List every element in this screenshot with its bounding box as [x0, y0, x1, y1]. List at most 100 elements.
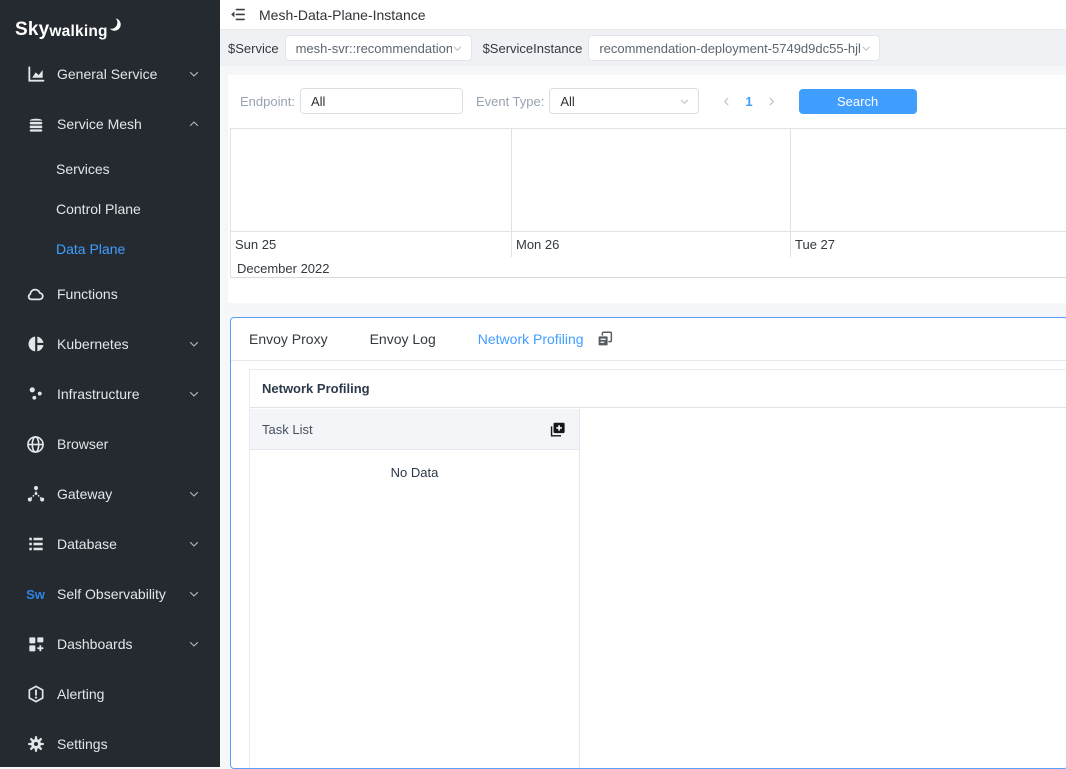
sidebar-item-label: Dashboards — [57, 636, 133, 652]
globe-icon — [25, 434, 46, 455]
sidebar-item-label: Settings — [57, 736, 108, 752]
sidebar-item-alerting[interactable]: Alerting — [0, 669, 220, 719]
database-rows-icon — [25, 534, 46, 555]
empty-state-text: No Data — [250, 465, 579, 480]
gear-icon — [25, 734, 46, 755]
alert-hexagon-icon — [25, 684, 46, 705]
sidebar-item-control-plane[interactable]: Control Plane — [0, 189, 220, 229]
content-area: Endpoint: All Event Type: All 1 — [220, 66, 1066, 767]
sidebar-item-general-service[interactable]: General Service — [0, 49, 220, 99]
calendar-cell[interactable] — [791, 129, 1066, 231]
prev-page-icon[interactable] — [715, 90, 737, 112]
chevron-down-icon — [452, 43, 463, 54]
chevron-up-icon — [188, 118, 200, 130]
tab-envoy-log[interactable]: Envoy Log — [370, 331, 436, 347]
cloud-icon — [25, 284, 46, 305]
calendar-day-label: Mon 26 — [512, 232, 790, 252]
chevron-down-icon — [861, 43, 871, 54]
sidebar-item-label: Data Plane — [56, 241, 125, 257]
calendar-cell[interactable] — [231, 129, 512, 231]
sidebar-item-browser[interactable]: Browser — [0, 419, 220, 469]
main-area: Mesh-Data-Plane-Instance $Service mesh-s… — [220, 0, 1066, 767]
chevron-down-icon — [679, 96, 690, 107]
sidebar-item-label: Kubernetes — [57, 336, 129, 352]
panel-title-row: Network Profiling — [250, 370, 1066, 408]
chevron-down-icon — [188, 638, 200, 650]
chevron-down-icon — [188, 68, 200, 80]
sidebar-item-label: Functions — [57, 286, 118, 302]
calendar-cell[interactable] — [512, 129, 791, 231]
sidebar-item-gateway[interactable]: Gateway — [0, 469, 220, 519]
chevron-down-icon — [188, 538, 200, 550]
sidebar-item-functions[interactable]: Functions — [0, 269, 220, 319]
service-instance-select[interactable]: recommendation-deployment-5749d9dc55-hjl… — [588, 35, 880, 61]
event-type-label: Event Type: — [476, 94, 544, 109]
sidebar-item-label: General Service — [57, 66, 157, 82]
app-logo[interactable]: Skywalking — [0, 0, 220, 49]
tab-network-profiling[interactable]: Network Profiling — [478, 331, 584, 347]
sidebar-item-settings[interactable]: Settings — [0, 719, 220, 769]
dashboard-grid-plus-icon — [25, 634, 46, 655]
sidebar-item-label: Infrastructure — [57, 386, 139, 402]
calendar-month-label: December 2022 — [231, 257, 1066, 278]
detail-panel: Envoy Proxy Envoy Log Network Profiling … — [230, 317, 1066, 769]
task-detail-area — [580, 409, 1066, 768]
sidebar-item-dashboards[interactable]: Dashboards — [0, 619, 220, 669]
page-header: Mesh-Data-Plane-Instance — [220, 0, 1066, 30]
task-list-title: Task List — [262, 422, 313, 437]
sidebar: Skywalking General Service Service Mesh … — [0, 0, 220, 767]
sidebar-item-database[interactable]: Database — [0, 519, 220, 569]
sidebar-item-label: Alerting — [57, 686, 104, 702]
endpoint-input[interactable]: All — [300, 88, 463, 114]
layers-stack-icon — [25, 114, 46, 135]
service-select[interactable]: mesh-svr::recommendation — [285, 35, 472, 61]
sidebar-item-label: Gateway — [57, 486, 112, 502]
logo-text-walking: walking — [49, 23, 107, 41]
service-label: $Service — [228, 41, 279, 56]
search-button[interactable]: Search — [799, 89, 917, 114]
panel-title: Network Profiling — [262, 381, 370, 396]
sidebar-item-service-mesh[interactable]: Service Mesh — [0, 99, 220, 149]
sidebar-item-label: Database — [57, 536, 117, 552]
collapse-menu-icon[interactable] — [230, 6, 247, 23]
calendar-day-label: Sun 25 — [231, 232, 511, 252]
sidebar-item-label: Services — [56, 161, 110, 177]
page-number[interactable]: 1 — [745, 94, 752, 109]
calendar-day-label: Tue 27 — [791, 232, 1066, 252]
dots-cluster-icon — [25, 384, 46, 405]
task-list-column: Task List No Data — [250, 409, 580, 768]
service-instance-label: $ServiceInstance — [483, 41, 583, 56]
events-card: Endpoint: All Event Type: All 1 — [228, 75, 1066, 303]
kubernetes-icon — [25, 334, 46, 355]
network-profiling-panel: Network Profiling Task List No Data — [249, 369, 1066, 768]
skywalking-sw-icon: Sw — [25, 584, 46, 605]
chevron-down-icon — [188, 388, 200, 400]
sidebar-item-label: Self Observability — [57, 586, 166, 602]
selector-bar: $Service mesh-svr::recommendation $Servi… — [220, 30, 1066, 66]
sidebar-item-infrastructure[interactable]: Infrastructure — [0, 369, 220, 419]
sidebar-item-kubernetes[interactable]: Kubernetes — [0, 319, 220, 369]
chevron-down-icon — [188, 588, 200, 600]
create-task-icon[interactable] — [548, 420, 567, 439]
chevron-down-icon — [188, 488, 200, 500]
network-nodes-icon — [25, 484, 46, 505]
events-calendar: Sun 25 Mon 26 Tue 27 December 2022 — [230, 128, 1066, 278]
next-page-icon[interactable] — [761, 90, 783, 112]
crescent-moon-icon — [109, 17, 122, 32]
sidebar-item-self-observability[interactable]: Sw Self Observability — [0, 569, 220, 619]
sidebar-item-data-plane[interactable]: Data Plane — [0, 229, 220, 269]
filter-row: Endpoint: All Event Type: All 1 — [228, 75, 1066, 114]
sidebar-item-services[interactable]: Services — [0, 149, 220, 189]
sidebar-item-label: Service Mesh — [57, 116, 142, 132]
sidebar-item-label: Control Plane — [56, 201, 141, 217]
chevron-down-icon — [188, 338, 200, 350]
copy-icon[interactable] — [596, 330, 614, 348]
calendar-day-row: Sun 25 Mon 26 Tue 27 — [231, 232, 1066, 257]
chart-icon — [25, 64, 46, 85]
logo-text-sky: Sky — [15, 19, 49, 41]
tab-envoy-proxy[interactable]: Envoy Proxy — [249, 331, 328, 347]
page-title: Mesh-Data-Plane-Instance — [259, 7, 426, 23]
event-type-select[interactable]: All — [549, 88, 699, 114]
pagination: 1 — [715, 90, 782, 112]
endpoint-label: Endpoint: — [240, 94, 295, 109]
